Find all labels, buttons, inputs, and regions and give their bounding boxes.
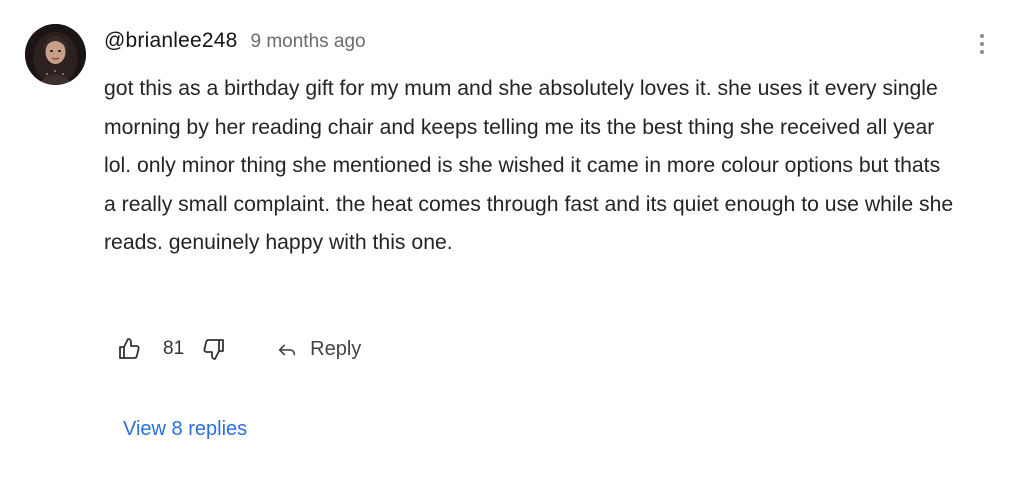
avatar-image (25, 24, 86, 85)
comment-text: got this as a birthday gift for my mum a… (104, 77, 954, 255)
timestamp[interactable]: 9 months ago (250, 31, 365, 53)
menu-dot (980, 42, 984, 46)
comment-card: @brianlee248 9 months ago got this as a … (0, 0, 1024, 494)
thumbs-up-icon[interactable] (115, 335, 143, 363)
avatar[interactable] (25, 24, 86, 85)
thumbs-down-icon[interactable] (200, 335, 228, 363)
reply-button[interactable]: Reply (276, 338, 361, 361)
like-count: 81 (163, 338, 185, 359)
menu-dot (980, 34, 984, 38)
comment-header: @brianlee248 9 months ago (104, 29, 366, 57)
view-replies-button[interactable]: View 8 replies (123, 418, 247, 441)
more-vertical-icon[interactable] (970, 32, 994, 56)
menu-dot (980, 50, 984, 54)
username[interactable]: @brianlee248 (104, 29, 237, 53)
comment-actions: 81 Reply (115, 334, 361, 364)
reply-arrow-icon (278, 344, 296, 356)
reply-label: Reply (310, 337, 362, 360)
